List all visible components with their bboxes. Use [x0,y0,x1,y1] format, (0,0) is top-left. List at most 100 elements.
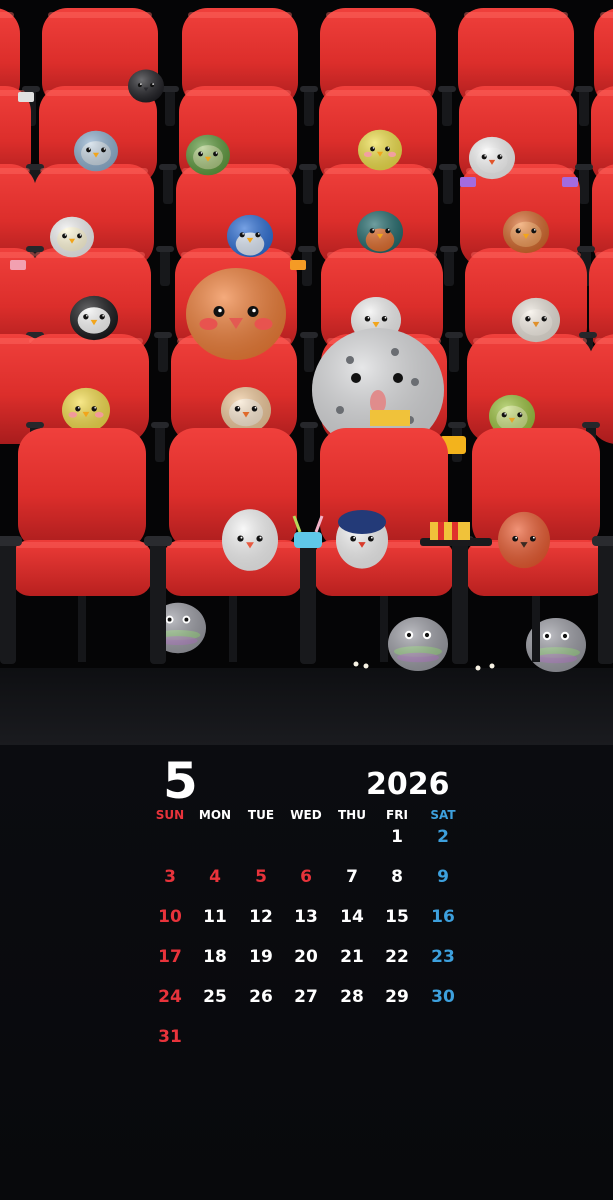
bird-eye [481,154,487,160]
eye-shine [528,316,530,319]
bird-eye [99,314,105,320]
seat-highlight [325,90,431,96]
weekday-wed: WED [290,808,322,822]
day-5: 5 [255,867,267,887]
seal-spot [346,356,354,364]
day-1: 1 [391,827,403,847]
pigeon-pupil [544,633,550,639]
armrest-top [575,164,593,170]
drink-cup-icon [460,177,476,187]
armrest-top [575,86,593,92]
seat-highlight [595,252,613,258]
seat-highlight [29,338,143,344]
popcorn-icon [430,522,470,540]
white-bird-icon [50,216,94,258]
armrest-top [26,246,44,252]
day-29: 29 [385,987,409,1007]
eye-shine [240,536,243,539]
yellow-bird-icon [62,387,110,433]
eye-shine [500,155,502,157]
bird-shading [512,297,560,343]
bird-eye [529,535,536,542]
eye-shine [484,155,486,157]
bird-cap [338,510,386,534]
bird-eye [101,147,106,153]
eye-shine [504,413,506,415]
seat-highlight [188,12,292,18]
day-23: 23 [431,947,455,967]
day-10: 10 [158,907,182,927]
bird-eye [77,233,82,239]
white-bird-icon [469,136,515,180]
day-27: 27 [294,987,318,1007]
bird-eye [367,535,374,542]
eye-shine [258,233,260,235]
drink-cup-icon [562,177,578,187]
bird-shading [469,136,515,180]
weekday-thu: THU [338,808,366,822]
armrest-top [144,536,172,546]
bird-eye [385,146,390,152]
weekday-sun: SUN [155,808,185,822]
bird-shading [227,214,273,258]
weekday-mon: MON [198,808,232,822]
drink-cup-icon [10,260,26,270]
bird-eye [385,228,391,234]
bird-cheek [94,411,104,418]
eye-shine [544,316,546,319]
day-20: 20 [294,947,318,967]
bird-cheek [68,411,78,418]
armrest-top [156,246,174,252]
bird-eye [381,316,388,322]
bird-eye [525,316,531,322]
armrest-top [0,536,22,546]
armrest-top [440,246,458,252]
bird-cheek [254,318,273,330]
weekday-sat: SAT [430,808,456,822]
bird-eye [512,535,519,542]
bird-eye [251,406,258,412]
popcorn-kernel [489,663,495,669]
seat-highlight [48,12,152,18]
armrest-top [582,422,600,428]
seat-highlight [600,12,613,18]
day-18: 18 [203,947,227,967]
armrest-top [579,332,597,338]
day-8: 8 [391,867,403,887]
beige-bird-icon [221,387,271,433]
popcorn-icon [370,410,410,426]
bird-eye [62,233,67,239]
bird-eye [255,232,261,238]
eye-shine [520,413,522,415]
armrest-top [592,536,613,546]
eye-shine [86,314,88,317]
eye-shine [64,234,67,236]
yellow-bird-icon [358,129,402,171]
bird-eye [531,228,537,234]
eye-shine [388,229,390,231]
weekday-fri: FRI [386,808,408,822]
bird-eye [213,151,218,157]
movie-theater-illustration [0,0,613,745]
bird-shading [358,129,402,171]
popcorn-kernel [363,663,369,669]
seat-stand [380,596,388,662]
seal-eye [393,373,403,383]
armrest-top [299,164,317,170]
bird-cheek [199,318,218,330]
day-24: 24 [158,987,182,1007]
seat-highlight [0,168,30,174]
eye-shine [237,406,240,409]
pigeon-shading [388,617,448,671]
pigeon-pupil [406,632,412,638]
seat-highlight [464,12,568,18]
bird-eye [350,535,357,542]
bird-shading [357,210,403,254]
popcorn-kernel [353,661,359,667]
armrest-top [300,86,318,92]
armrest [452,538,468,664]
bird-cheek [388,151,397,158]
pigeon-pupil [424,632,430,638]
eye-shine [353,536,356,539]
day-12: 12 [249,907,273,927]
